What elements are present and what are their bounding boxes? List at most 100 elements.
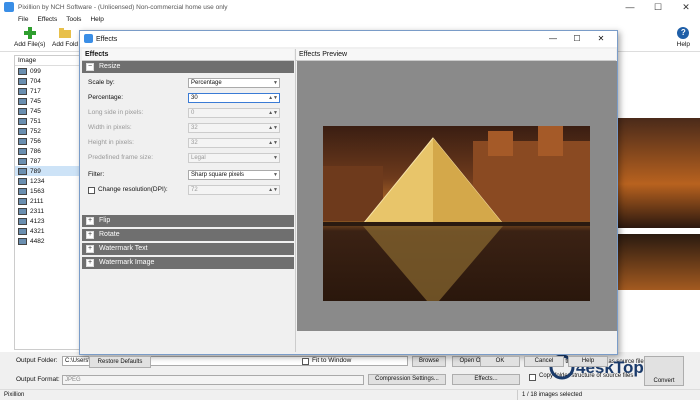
image-list-item[interactable]: 4123 bbox=[15, 216, 79, 226]
preview-header: Effects Preview bbox=[296, 49, 616, 61]
image-list-item-label: 756 bbox=[30, 137, 41, 145]
dialog-minimize-button[interactable]: — bbox=[541, 31, 565, 47]
dialog-help-button[interactable]: Help bbox=[568, 356, 608, 367]
help-toolbar-button[interactable]: ? Help bbox=[677, 27, 690, 48]
spinner-icon[interactable]: ▲▼ bbox=[268, 124, 278, 132]
scale-by-select[interactable]: Percentage ▼ bbox=[188, 78, 280, 88]
dialog-close-button[interactable]: ✕ bbox=[589, 31, 613, 47]
dialog-maximize-button[interactable]: ☐ bbox=[565, 31, 589, 47]
collapse-icon: − bbox=[86, 63, 94, 71]
image-list-item-label: 099 bbox=[30, 67, 41, 75]
image-thumbnail-icon bbox=[18, 87, 27, 95]
output-format-select[interactable]: JPEG bbox=[62, 375, 364, 385]
image-thumbnail-icon bbox=[18, 217, 27, 225]
change-resolution-checkbox[interactable] bbox=[88, 187, 95, 194]
width-input[interactable]: 32 ▲▼ bbox=[188, 123, 280, 133]
filter-select[interactable]: Sharp square pixels ▼ bbox=[188, 170, 280, 180]
cancel-button[interactable]: Cancel bbox=[524, 356, 564, 367]
effects-header: Effects bbox=[82, 49, 294, 61]
help-label: Help bbox=[676, 41, 690, 48]
flip-section-header[interactable]: + Flip bbox=[82, 215, 294, 227]
image-thumbnail-icon bbox=[18, 187, 27, 195]
change-resolution-label: Change resolution(DPI): bbox=[98, 186, 168, 193]
long-side-input[interactable]: 0 ▲▼ bbox=[188, 108, 280, 118]
image-list-item[interactable]: 099 bbox=[15, 66, 79, 76]
frame-size-label: Predefined frame size: bbox=[88, 154, 154, 161]
percentage-label: Percentage: bbox=[88, 94, 124, 101]
image-list-item-label: 745 bbox=[30, 107, 41, 115]
image-thumbnail-icon bbox=[18, 207, 27, 215]
maximize-button[interactable]: ☐ bbox=[644, 0, 672, 14]
image-thumbnail-icon bbox=[18, 167, 27, 175]
filter-label: Filter: bbox=[88, 171, 105, 178]
status-bar: Pixillion 1 / 18 images selected bbox=[0, 389, 700, 400]
image-list-item[interactable]: 745 bbox=[15, 106, 79, 116]
image-column-header[interactable]: Image bbox=[15, 56, 79, 66]
image-list-item[interactable]: 752 bbox=[15, 126, 79, 136]
width-label: Width in pixels: bbox=[88, 124, 132, 131]
watermark-text-section-header[interactable]: + Watermark Text bbox=[82, 243, 294, 255]
image-list-item[interactable]: 1563 bbox=[15, 186, 79, 196]
width-value: 32 bbox=[191, 125, 198, 131]
image-list-item[interactable]: 751 bbox=[15, 116, 79, 126]
menu-file[interactable]: File bbox=[18, 16, 28, 23]
spinner-icon[interactable]: ▲▼ bbox=[268, 109, 278, 117]
dropdown-arrow-icon: ▼ bbox=[273, 80, 278, 86]
image-list-item[interactable]: 789 bbox=[15, 166, 79, 176]
image-list-item[interactable]: 717 bbox=[15, 86, 79, 96]
image-list-item[interactable]: 4321 bbox=[15, 226, 79, 236]
effects-dialog: Effects — ☐ ✕ Effects − Resize Scale by:… bbox=[79, 30, 618, 368]
image-list-item[interactable]: 2311 bbox=[15, 206, 79, 216]
image-list-item[interactable]: 756 bbox=[15, 136, 79, 146]
effects-button[interactable]: Effects... bbox=[452, 374, 520, 385]
spinner-icon[interactable]: ▲▼ bbox=[268, 94, 278, 102]
fit-to-window-checkbox[interactable] bbox=[302, 358, 309, 365]
image-list-item[interactable]: 1234 bbox=[15, 176, 79, 186]
image-thumbnail-icon bbox=[18, 137, 27, 145]
height-value: 32 bbox=[191, 140, 198, 146]
image-list[interactable]: Image 099 704 717 745 745 751 752 756 786 787 789 1… bbox=[14, 55, 80, 350]
image-list-item[interactable]: 745 bbox=[15, 96, 79, 106]
height-label: Height in pixels: bbox=[88, 139, 134, 146]
fit-to-window-label: Fit to Window bbox=[312, 357, 352, 364]
help-icon: ? bbox=[677, 27, 690, 39]
image-thumbnail-icon bbox=[18, 97, 27, 105]
restore-defaults-button[interactable]: Restore Defaults bbox=[89, 356, 151, 368]
resolution-input[interactable]: 72 ▲▼ bbox=[188, 185, 280, 195]
ok-button[interactable]: OK bbox=[480, 356, 520, 367]
spinner-icon[interactable]: ▲▼ bbox=[268, 139, 278, 147]
image-thumbnail-icon bbox=[18, 227, 27, 235]
resize-section-body: Scale by: Percentage ▼ Percentage: 30 ▲▼ L… bbox=[82, 75, 294, 215]
image-list-item-label: 4482 bbox=[30, 237, 45, 245]
menu-effects[interactable]: Effects bbox=[37, 16, 57, 23]
close-button[interactable]: ✕ bbox=[672, 0, 700, 14]
compression-settings-button[interactable]: Compression Settings... bbox=[368, 374, 446, 385]
watermark-image-section-label: Watermark Image bbox=[99, 259, 155, 266]
spinner-icon[interactable]: ▲▼ bbox=[268, 186, 278, 194]
image-list-item-label: 4321 bbox=[30, 227, 45, 235]
frame-size-value: Legal bbox=[191, 155, 206, 161]
output-format-label: Output Format: bbox=[16, 376, 60, 383]
percentage-input[interactable]: 30 ▲▼ bbox=[188, 93, 280, 103]
image-list-item[interactable]: 4482 bbox=[15, 236, 79, 246]
height-input[interactable]: 32 ▲▼ bbox=[188, 138, 280, 148]
image-list-item[interactable]: 787 bbox=[15, 156, 79, 166]
menu-help[interactable]: Help bbox=[90, 16, 103, 23]
menu-tools[interactable]: Tools bbox=[66, 16, 81, 23]
copy-folder-structure-checkbox[interactable] bbox=[529, 374, 536, 381]
resolution-value: 72 bbox=[191, 187, 198, 193]
image-list-item[interactable]: 704 bbox=[15, 76, 79, 86]
minimize-button[interactable]: — bbox=[616, 0, 644, 14]
watermark-image-section-header[interactable]: + Watermark Image bbox=[82, 257, 294, 269]
add-files-button[interactable]: Add File(s) bbox=[14, 27, 45, 48]
image-list-item[interactable]: 786 bbox=[15, 146, 79, 156]
frame-size-select[interactable]: Legal ▼ bbox=[188, 153, 280, 163]
image-list-item-label: 704 bbox=[30, 77, 41, 85]
rotate-section-header[interactable]: + Rotate bbox=[82, 229, 294, 241]
resize-section-header[interactable]: − Resize bbox=[82, 61, 294, 73]
expand-icon: + bbox=[86, 231, 94, 239]
browse-button[interactable]: Browse bbox=[412, 356, 446, 367]
add-folder-button[interactable]: Add Fold bbox=[52, 27, 78, 48]
image-list-item[interactable]: 2111 bbox=[15, 196, 79, 206]
image-list-item-label: 751 bbox=[30, 117, 41, 125]
